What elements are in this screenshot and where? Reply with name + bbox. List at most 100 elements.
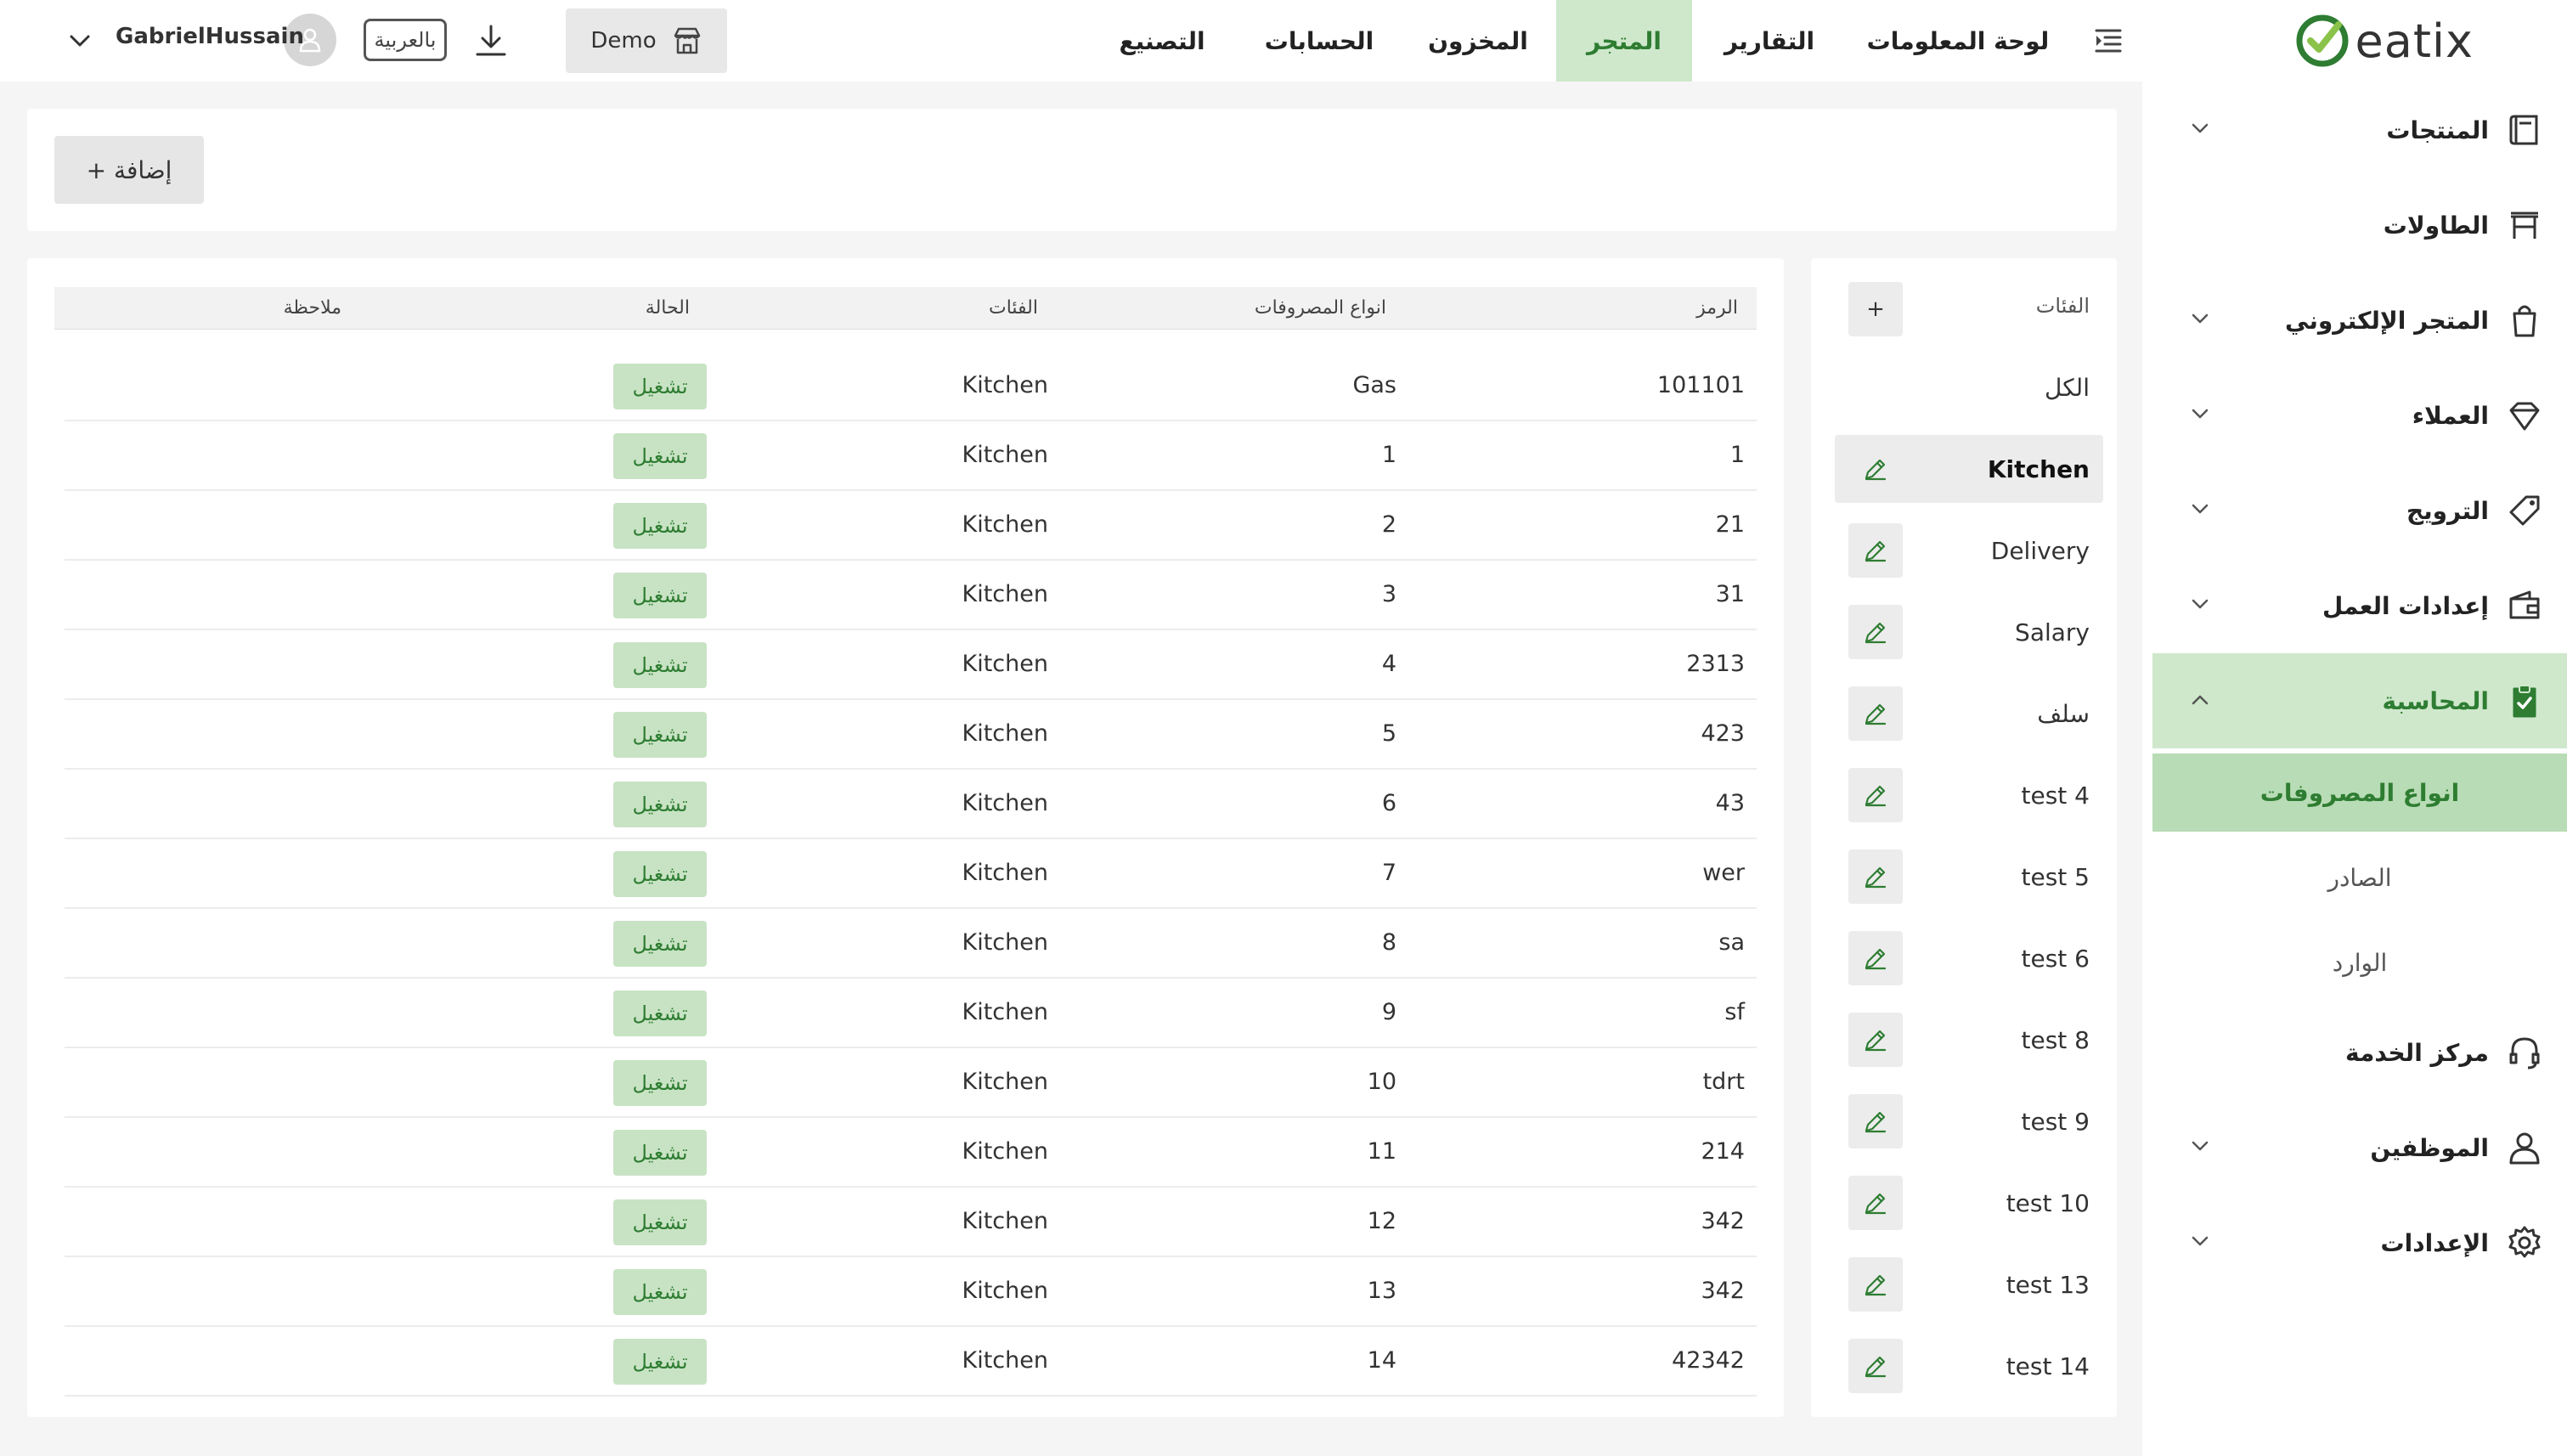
category-item[interactable]: الكل: [1835, 353, 2103, 421]
status-badge[interactable]: تشغيل: [613, 642, 707, 688]
table-row[interactable]: 1 1 Kitchen تشغيل: [65, 421, 1757, 491]
category-item[interactable]: Delivery: [1835, 516, 2103, 584]
download-icon[interactable]: [472, 22, 510, 59]
status-badge[interactable]: تشغيل: [613, 712, 707, 758]
tab-accounts[interactable]: الحسابات: [1255, 0, 1383, 82]
table-row[interactable]: 21 2 Kitchen تشغيل: [65, 491, 1757, 561]
sidebar-item[interactable]: الطاولات: [2152, 178, 2567, 273]
sidebar-item[interactable]: الترويج: [2152, 463, 2567, 558]
table-row[interactable]: 43 6 Kitchen تشغيل: [65, 770, 1757, 839]
chevron-down-icon[interactable]: [2186, 400, 2214, 427]
sidebar-item[interactable]: العملاء: [2152, 368, 2567, 463]
edit-category-button[interactable]: [1848, 686, 1903, 741]
category-item[interactable]: test 14: [1835, 1332, 2103, 1400]
status-badge[interactable]: تشغيل: [613, 990, 707, 1036]
edit-category-button[interactable]: [1848, 931, 1903, 985]
tab-reports[interactable]: التقارير: [1706, 0, 1833, 82]
table-row[interactable]: 101101 Gas Kitchen تشغيل: [65, 352, 1757, 421]
table-row[interactable]: sf 9 Kitchen تشغيل: [65, 979, 1757, 1048]
category-item[interactable]: test 13: [1835, 1250, 2103, 1318]
edit-category-button[interactable]: [1848, 523, 1903, 578]
table-row[interactable]: 214 11 Kitchen تشغيل: [65, 1118, 1757, 1188]
logo[interactable]: eatix: [2294, 8, 2474, 73]
cell-expense-type: 1: [1381, 442, 1396, 468]
sidebar-item-label: المنتجات: [2386, 116, 2489, 144]
edit-category-button[interactable]: [1848, 849, 1903, 904]
status-badge[interactable]: تشغيل: [613, 1199, 707, 1245]
edit-category-button[interactable]: [1848, 1013, 1903, 1067]
chevron-up-icon[interactable]: [2186, 686, 2214, 713]
status-badge[interactable]: تشغيل: [613, 1269, 707, 1315]
edit-category-button[interactable]: [1848, 442, 1903, 496]
category-item[interactable]: test 9: [1835, 1087, 2103, 1155]
status-badge[interactable]: تشغيل: [613, 573, 707, 618]
sidebar-item[interactable]: إعدادات العمل: [2152, 558, 2567, 653]
table-row[interactable]: wer 7 Kitchen تشغيل: [65, 839, 1757, 909]
language-switch-button[interactable]: بالعربية: [364, 19, 447, 61]
status-badge[interactable]: تشغيل: [613, 921, 707, 967]
status-badge[interactable]: تشغيل: [613, 503, 707, 549]
tab-inventory[interactable]: المخزون: [1419, 0, 1537, 82]
sidebar-item[interactable]: مركز الخدمة: [2152, 1005, 2567, 1100]
category-item[interactable]: test 10: [1835, 1169, 2103, 1237]
column-header-note[interactable]: ملاحظة: [284, 297, 341, 319]
user-menu-chevron-down-icon[interactable]: [65, 25, 95, 56]
table-row[interactable]: 342 12 Kitchen تشغيل: [65, 1188, 1757, 1257]
sidebar-subitem[interactable]: الصادر: [2152, 838, 2567, 917]
status-badge[interactable]: تشغيل: [613, 433, 707, 479]
category-item[interactable]: سلف: [1835, 680, 2103, 748]
chevron-down-icon[interactable]: [2186, 590, 2214, 618]
sidebar-item[interactable]: المنتجات: [2152, 82, 2567, 178]
add-category-button[interactable]: +: [1848, 282, 1903, 336]
edit-category-button[interactable]: [1848, 605, 1903, 659]
status-badge[interactable]: تشغيل: [613, 364, 707, 409]
table-row[interactable]: sa 8 Kitchen تشغيل: [65, 909, 1757, 979]
category-item[interactable]: test 4: [1835, 761, 2103, 829]
table-row[interactable]: 423 5 Kitchen تشغيل: [65, 700, 1757, 770]
category-item[interactable]: test 6: [1835, 924, 2103, 992]
sidebar-item[interactable]: المحاسبة: [2152, 653, 2567, 748]
table-row[interactable]: 342 13 Kitchen تشغيل: [65, 1257, 1757, 1327]
tab-manufacturing[interactable]: التصنيع: [1104, 0, 1220, 82]
chevron-down-icon[interactable]: [2186, 495, 2214, 522]
user-name[interactable]: GabrielHussain: [116, 24, 304, 49]
sidebar-item[interactable]: المتجر الإلكتروني: [2152, 273, 2567, 368]
chevron-down-icon[interactable]: [2186, 1227, 2214, 1255]
table-row[interactable]: tdrt 10 Kitchen تشغيل: [65, 1048, 1757, 1118]
category-name: الكل: [2045, 373, 2090, 402]
status-badge[interactable]: تشغيل: [613, 782, 707, 827]
category-item[interactable]: Salary: [1835, 598, 2103, 666]
menu-toggle-icon[interactable]: [2091, 24, 2125, 58]
user-icon: [2509, 1132, 2540, 1165]
edit-category-button[interactable]: [1848, 1176, 1903, 1230]
category-item[interactable]: Kitchen: [1835, 435, 2103, 503]
category-item[interactable]: test 8: [1835, 1006, 2103, 1074]
column-header-category[interactable]: الفئات: [989, 297, 1038, 319]
status-badge[interactable]: تشغيل: [613, 1130, 707, 1176]
edit-category-button[interactable]: [1848, 768, 1903, 822]
status-badge[interactable]: تشغيل: [613, 851, 707, 897]
status-badge[interactable]: تشغيل: [613, 1060, 707, 1106]
tab-dashboard[interactable]: لوحة المعلومات: [1843, 0, 2073, 82]
chevron-down-icon[interactable]: [2186, 115, 2214, 142]
sidebar-item[interactable]: الإعدادات: [2152, 1195, 2567, 1290]
table-row[interactable]: 42342 14 Kitchen تشغيل: [65, 1327, 1757, 1397]
edit-category-button[interactable]: [1848, 1339, 1903, 1393]
chevron-down-icon[interactable]: [2186, 1132, 2214, 1160]
column-header-expense-type[interactable]: انواع المصروفات: [1255, 297, 1386, 319]
category-item[interactable]: test 5: [1835, 843, 2103, 911]
column-header-status[interactable]: الحالة: [646, 297, 690, 319]
chevron-down-icon[interactable]: [2186, 305, 2214, 332]
table-row[interactable]: 31 3 Kitchen تشغيل: [65, 561, 1757, 630]
sidebar-subitem[interactable]: انواع المصروفات: [2152, 753, 2567, 832]
sidebar-item[interactable]: الموظفين: [2152, 1100, 2567, 1195]
store-selector-button[interactable]: Demo: [566, 8, 727, 73]
table-row[interactable]: 2313 4 Kitchen تشغيل: [65, 630, 1757, 700]
status-badge[interactable]: تشغيل: [613, 1339, 707, 1385]
sidebar-subitem[interactable]: الوارد: [2152, 923, 2567, 1002]
edit-category-button[interactable]: [1848, 1094, 1903, 1148]
edit-category-button[interactable]: [1848, 1257, 1903, 1312]
tab-store[interactable]: المتجر: [1556, 0, 1692, 82]
add-expense-type-button[interactable]: + إضافة: [54, 136, 204, 204]
column-header-code[interactable]: الرمز: [1696, 297, 1738, 319]
